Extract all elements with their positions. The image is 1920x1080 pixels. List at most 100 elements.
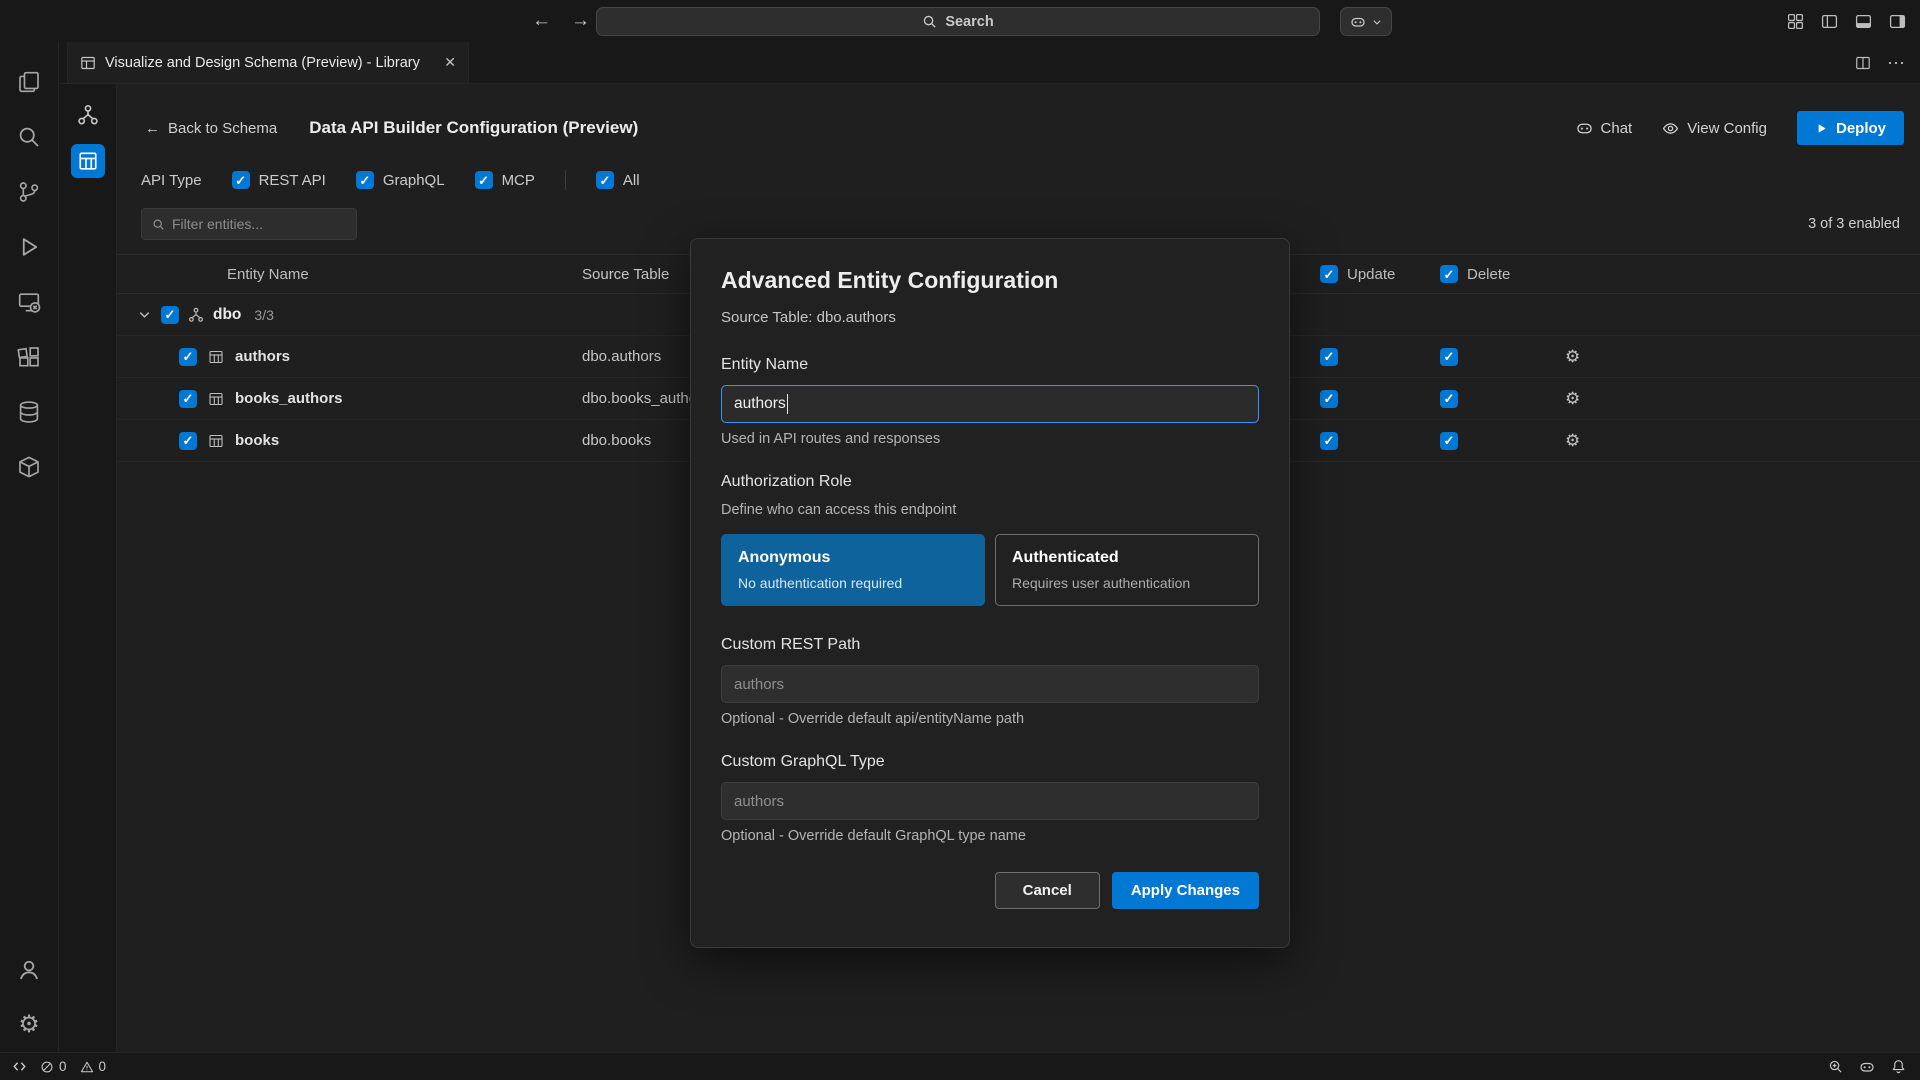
row-checkbox[interactable]: ✓ bbox=[179, 348, 197, 366]
tab-visualize-design-schema[interactable]: Visualize and Design Schema (Preview) - … bbox=[67, 42, 469, 83]
zoom-icon[interactable] bbox=[1828, 1059, 1843, 1074]
update-header-cell: ✓ Update bbox=[1320, 265, 1440, 283]
entity-filter-field[interactable] bbox=[141, 208, 357, 240]
entity-cell: ✓ authors bbox=[117, 348, 557, 366]
forward-icon[interactable]: → bbox=[571, 10, 590, 32]
row-settings-cell: ⚙ bbox=[1565, 390, 1635, 407]
titlebar: ← → Search bbox=[0, 0, 1920, 42]
entity-name: authors bbox=[235, 348, 290, 365]
view-config-button[interactable]: View Config bbox=[1662, 120, 1767, 137]
delete-header-label: Delete bbox=[1467, 266, 1510, 283]
back-label: Back to Schema bbox=[168, 120, 277, 137]
activity-bar-bottom: ⚙ bbox=[0, 942, 59, 1052]
row-settings-gear-icon[interactable]: ⚙ bbox=[1565, 348, 1580, 365]
page-title: Data API Builder Configuration (Preview) bbox=[309, 118, 638, 138]
remote-indicator-icon[interactable] bbox=[12, 1059, 27, 1074]
run-debug-icon[interactable] bbox=[0, 219, 59, 274]
row-settings-gear-icon[interactable]: ⚙ bbox=[1565, 432, 1580, 449]
custom-rest-path-label: Custom REST Path bbox=[721, 636, 1259, 654]
account-icon[interactable] bbox=[0, 942, 59, 997]
source-control-icon[interactable] bbox=[0, 164, 59, 219]
api-builder-view-icon[interactable] bbox=[71, 144, 105, 178]
all-checkbox[interactable]: ✓ bbox=[596, 171, 614, 189]
filter-option-all[interactable]: ✓ All bbox=[596, 171, 640, 189]
filter-option-graphql[interactable]: ✓ GraphQL bbox=[356, 171, 445, 189]
settings-gear-icon[interactable]: ⚙ bbox=[0, 997, 59, 1052]
chat-label: Chat bbox=[1601, 120, 1633, 137]
remote-explorer-icon[interactable] bbox=[0, 274, 59, 329]
custom-graphql-type-label: Custom GraphQL Type bbox=[721, 753, 1259, 771]
warnings-indicator[interactable]: 0 bbox=[80, 1059, 107, 1074]
search-view-icon[interactable] bbox=[0, 109, 59, 164]
entity-cell: ✓ books_authors bbox=[117, 390, 557, 408]
role-title: Authenticated bbox=[1012, 549, 1242, 567]
graphql-label: GraphQL bbox=[383, 172, 445, 189]
update-checkbox[interactable]: ✓ bbox=[1320, 348, 1338, 366]
apply-changes-button[interactable]: Apply Changes bbox=[1112, 872, 1259, 909]
update-checkbox[interactable]: ✓ bbox=[1320, 432, 1338, 450]
database-view-icon[interactable] bbox=[0, 384, 59, 439]
schema-graph-view-icon[interactable] bbox=[71, 98, 105, 132]
role-title: Anonymous bbox=[738, 549, 968, 567]
delete-checkbox[interactable]: ✓ bbox=[1440, 432, 1458, 450]
custom-graphql-type-field[interactable] bbox=[721, 782, 1259, 820]
chat-button[interactable]: Chat bbox=[1576, 120, 1633, 137]
filter-option-mcp[interactable]: ✓ MCP bbox=[475, 171, 535, 189]
filter-divider bbox=[565, 170, 566, 190]
copilot-menu-button[interactable] bbox=[1340, 7, 1392, 36]
view-config-label: View Config bbox=[1687, 120, 1767, 137]
tab-close-icon[interactable]: ✕ bbox=[444, 54, 456, 71]
more-actions-icon[interactable]: ⋯ bbox=[1887, 53, 1906, 74]
group-checkbox[interactable]: ✓ bbox=[161, 306, 179, 324]
cancel-button[interactable]: Cancel bbox=[995, 872, 1100, 909]
extensions-icon[interactable] bbox=[0, 329, 59, 384]
entity-name-input[interactable]: authors bbox=[721, 385, 1259, 423]
custom-rest-path-field[interactable] bbox=[721, 665, 1259, 703]
chevron-down-icon[interactable] bbox=[137, 307, 152, 322]
role-option-anonymous[interactable]: Anonymous No authentication required bbox=[721, 534, 985, 606]
copilot-status-icon[interactable] bbox=[1859, 1059, 1875, 1075]
group-cell: ✓ dbo 3/3 bbox=[117, 306, 557, 324]
search-icon bbox=[152, 218, 165, 231]
errors-indicator[interactable]: 0 bbox=[40, 1059, 67, 1074]
graphql-checkbox[interactable]: ✓ bbox=[356, 171, 374, 189]
row-checkbox[interactable]: ✓ bbox=[179, 432, 197, 450]
customize-layout-icon[interactable] bbox=[1787, 13, 1804, 30]
toggle-secondary-sidebar-icon[interactable] bbox=[1889, 13, 1906, 30]
custom-graphql-type-input[interactable] bbox=[734, 793, 1246, 810]
table-grid-icon bbox=[208, 391, 224, 407]
back-icon[interactable]: ← bbox=[532, 10, 551, 32]
split-editor-icon[interactable] bbox=[1855, 55, 1871, 71]
rest-api-checkbox[interactable]: ✓ bbox=[232, 171, 250, 189]
delete-checkbox[interactable]: ✓ bbox=[1440, 390, 1458, 408]
filter-option-rest-api[interactable]: ✓ REST API bbox=[232, 171, 326, 189]
authorization-role-options: Anonymous No authentication required Aut… bbox=[721, 534, 1259, 606]
update-cell: ✓ bbox=[1320, 432, 1440, 450]
update-checkbox[interactable]: ✓ bbox=[1320, 390, 1338, 408]
status-bar-right bbox=[1828, 1059, 1906, 1075]
back-to-schema-link[interactable]: ← Back to Schema bbox=[145, 120, 277, 137]
advanced-entity-configuration-dialog: Advanced Entity Configuration Source Tab… bbox=[690, 238, 1290, 948]
text-caret bbox=[787, 394, 789, 414]
mcp-checkbox[interactable]: ✓ bbox=[475, 171, 493, 189]
delete-all-checkbox[interactable]: ✓ bbox=[1440, 265, 1458, 283]
update-all-checkbox[interactable]: ✓ bbox=[1320, 265, 1338, 283]
eye-icon bbox=[1662, 120, 1679, 137]
command-center-search[interactable]: Search bbox=[596, 7, 1320, 36]
entity-filter-input[interactable] bbox=[172, 216, 353, 232]
entity-filter-row: 3 of 3 enabled bbox=[141, 208, 1900, 240]
explorer-icon[interactable] bbox=[0, 54, 59, 109]
table-grid-icon bbox=[208, 349, 224, 365]
toggle-primary-sidebar-icon[interactable] bbox=[1821, 13, 1838, 30]
package-view-icon[interactable] bbox=[0, 439, 59, 494]
toggle-panel-icon[interactable] bbox=[1855, 13, 1872, 30]
role-description: Requires user authentication bbox=[1012, 575, 1242, 591]
row-settings-gear-icon[interactable]: ⚙ bbox=[1565, 390, 1580, 407]
row-checkbox[interactable]: ✓ bbox=[179, 390, 197, 408]
custom-rest-path-input[interactable] bbox=[734, 676, 1246, 693]
role-option-authenticated[interactable]: Authenticated Requires user authenticati… bbox=[995, 534, 1259, 606]
delete-checkbox[interactable]: ✓ bbox=[1440, 348, 1458, 366]
notifications-bell-icon[interactable] bbox=[1891, 1059, 1906, 1074]
deploy-button[interactable]: Deploy bbox=[1797, 111, 1904, 145]
chevron-down-icon bbox=[1372, 17, 1382, 27]
